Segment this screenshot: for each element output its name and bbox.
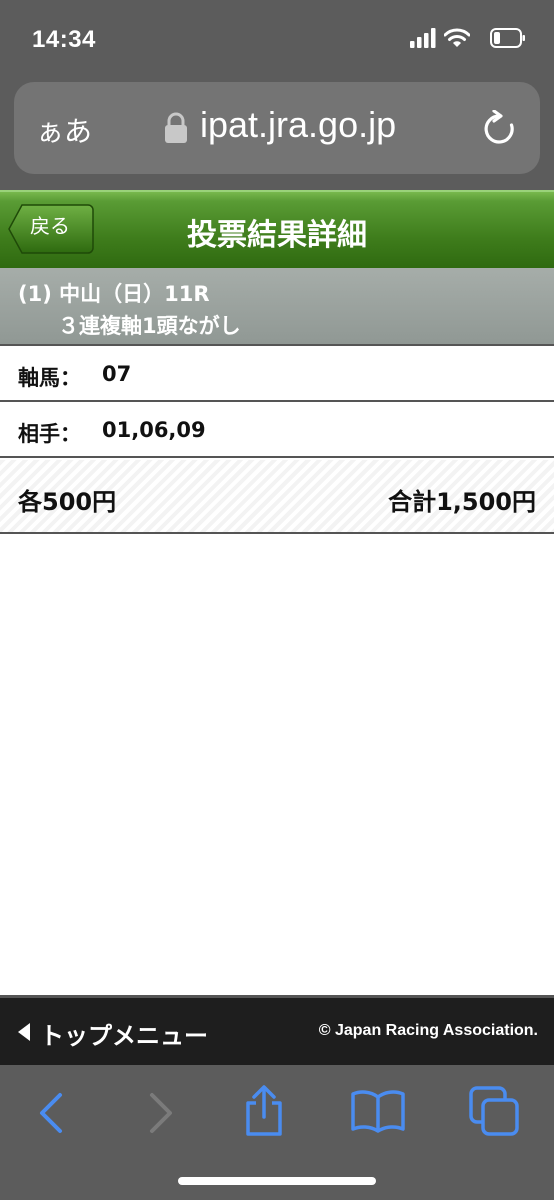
back-icon[interactable] [34, 1091, 68, 1135]
bet-type: ３連複軸1頭ながし [58, 314, 241, 338]
top-menu-label: トップメニュー [40, 1022, 208, 1050]
status-icons [410, 28, 530, 50]
address-bar[interactable]: ぁあ ipat.jra.go.jp [14, 82, 540, 174]
partner-horses-value: 01,06,09 [102, 418, 206, 442]
partner-horses-row: 相手： 01,06,09 [0, 402, 554, 458]
text-size-button[interactable]: ぁあ [36, 110, 92, 150]
status-bar: 14:34 [0, 0, 554, 80]
reload-icon[interactable] [482, 110, 516, 146]
copyright: © Japan Racing Association. [318, 1022, 538, 1039]
amount-row: 各500円 合計1,500円 [0, 460, 554, 534]
race-venue: (1) 中山（日）11R [18, 282, 210, 306]
amount-total: 合計1,500円 [388, 488, 536, 516]
forward-icon[interactable] [144, 1091, 178, 1135]
partner-horses-label: 相手： [18, 422, 81, 446]
browser-top-chrome: 14:34 ぁあ ipat.jra.go.jp [0, 0, 554, 190]
share-icon[interactable] [240, 1085, 288, 1137]
bookmarks-icon[interactable] [350, 1089, 406, 1133]
url-domain[interactable]: ipat.jra.go.jp [200, 104, 396, 146]
cellular-signal-icon [410, 28, 436, 48]
race-info: (1) 中山（日）11R ３連複軸1頭ながし [0, 268, 554, 346]
status-time: 14:34 [32, 26, 96, 53]
triangle-left-icon [18, 1023, 30, 1041]
page-title: 投票結果詳細 [187, 218, 367, 253]
battery-icon [490, 28, 525, 48]
lock-icon [165, 112, 187, 143]
wifi-icon [444, 28, 470, 47]
page-header: 戻る 投票結果詳細 [0, 190, 554, 268]
axis-horse-value: 07 [102, 362, 132, 386]
axis-horse-label: 軸馬： [18, 366, 81, 390]
amount-each: 各500円 [18, 488, 117, 516]
site-footer: トップメニュー © Japan Racing Association. [0, 995, 554, 1065]
axis-horse-row: 軸馬： 07 [0, 346, 554, 402]
home-indicator [178, 1177, 376, 1185]
tabs-icon[interactable] [468, 1085, 522, 1137]
